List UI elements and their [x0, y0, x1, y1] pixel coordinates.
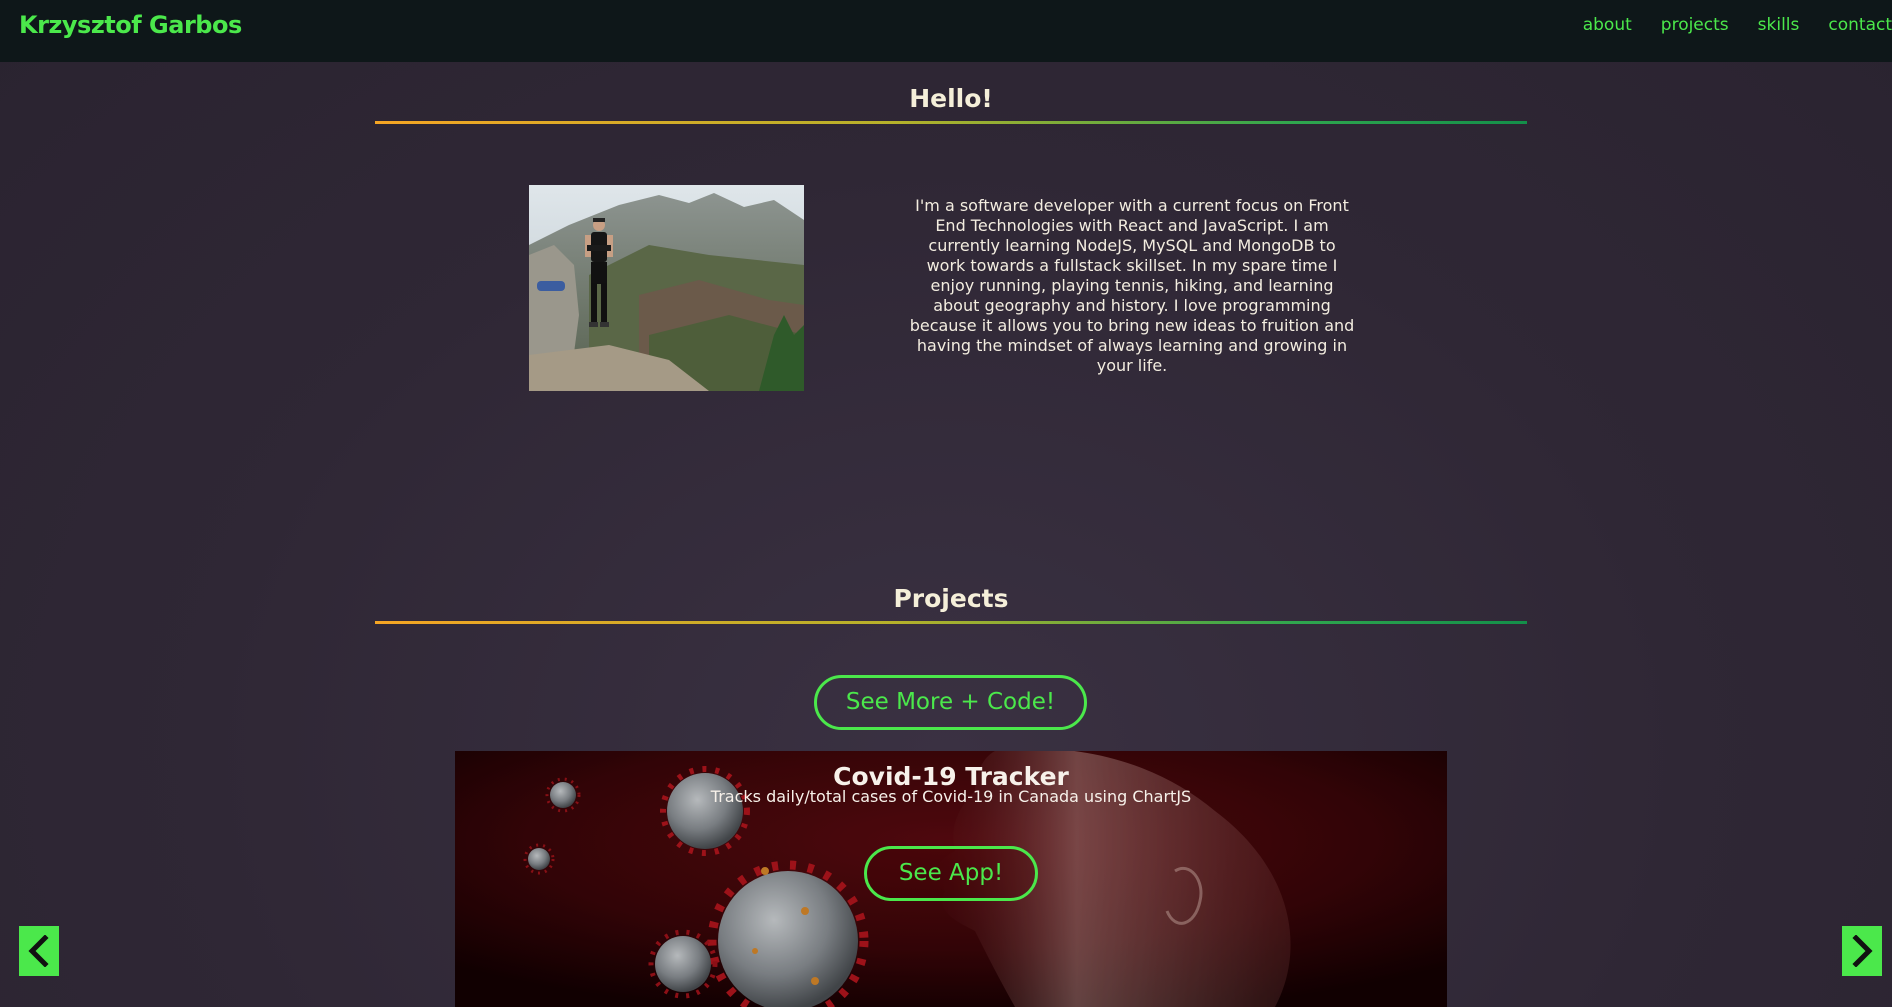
carousel-prev-button[interactable] [19, 926, 59, 976]
profile-photo [529, 185, 804, 391]
projects-divider [375, 621, 1527, 624]
hello-heading: Hello! [909, 84, 993, 113]
chevron-right-icon [1852, 935, 1873, 967]
chevron-left-icon [28, 935, 49, 967]
project-description: Tracks daily/total cases of Covid-19 in … [710, 787, 1192, 806]
top-navbar: Krzysztof Garbos about projects skills c… [0, 0, 1892, 62]
carousel-next-button[interactable] [1842, 926, 1882, 976]
brand-name[interactable]: Krzysztof Garbos [19, 11, 242, 39]
hello-divider [375, 121, 1527, 124]
bio-text: I'm a software developer with a current … [909, 196, 1355, 375]
nav-link-skills[interactable]: skills [1758, 15, 1800, 35]
see-more-code-button[interactable]: See More + Code! [814, 675, 1087, 730]
nav-link-projects[interactable]: projects [1661, 15, 1729, 35]
projects-heading: Projects [893, 584, 1009, 613]
page: Krzysztof Garbos about projects skills c… [0, 0, 1892, 1007]
main-nav: about projects skills contact [1583, 15, 1892, 35]
see-app-button[interactable]: See App! [864, 846, 1038, 901]
project-card: Covid-19 Tracker Tracks daily/total case… [455, 751, 1447, 1007]
nav-link-about[interactable]: about [1583, 15, 1632, 35]
nav-link-contact[interactable]: contact [1828, 15, 1892, 35]
